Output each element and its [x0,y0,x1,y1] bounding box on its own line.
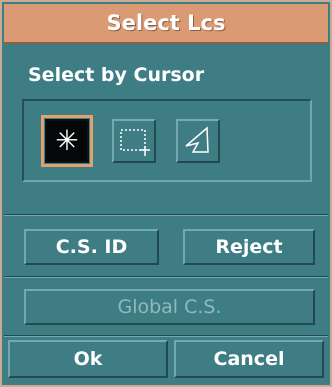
cursor-tool-group: ✳ [22,99,312,182]
divider [4,214,328,216]
divider [4,276,328,278]
crosshair-tool-button[interactable]: ✳ [41,115,93,167]
reject-button[interactable]: Reject [183,229,315,265]
dialog-title: Select Lcs [106,11,226,35]
ok-button[interactable]: Ok [8,340,168,378]
global-cs-button[interactable]: Global C.S. [24,289,315,325]
dialog-title-bar[interactable]: Select Lcs [4,4,328,44]
polygon-select-icon [185,126,209,153]
cancel-button[interactable]: Cancel [174,340,324,378]
select-lcs-dialog: Select Lcs Select by Cursor ✳ C.S. ID Re… [0,0,332,387]
rectangle-select-button[interactable] [112,119,156,163]
select-by-cursor-label: Select by Cursor [28,64,205,86]
crosshair-star-icon: ✳ [55,124,79,157]
polygon-select-button[interactable] [176,119,220,163]
rectangle-select-icon [120,129,150,156]
divider [4,335,328,337]
cs-id-button[interactable]: C.S. ID [24,229,159,265]
